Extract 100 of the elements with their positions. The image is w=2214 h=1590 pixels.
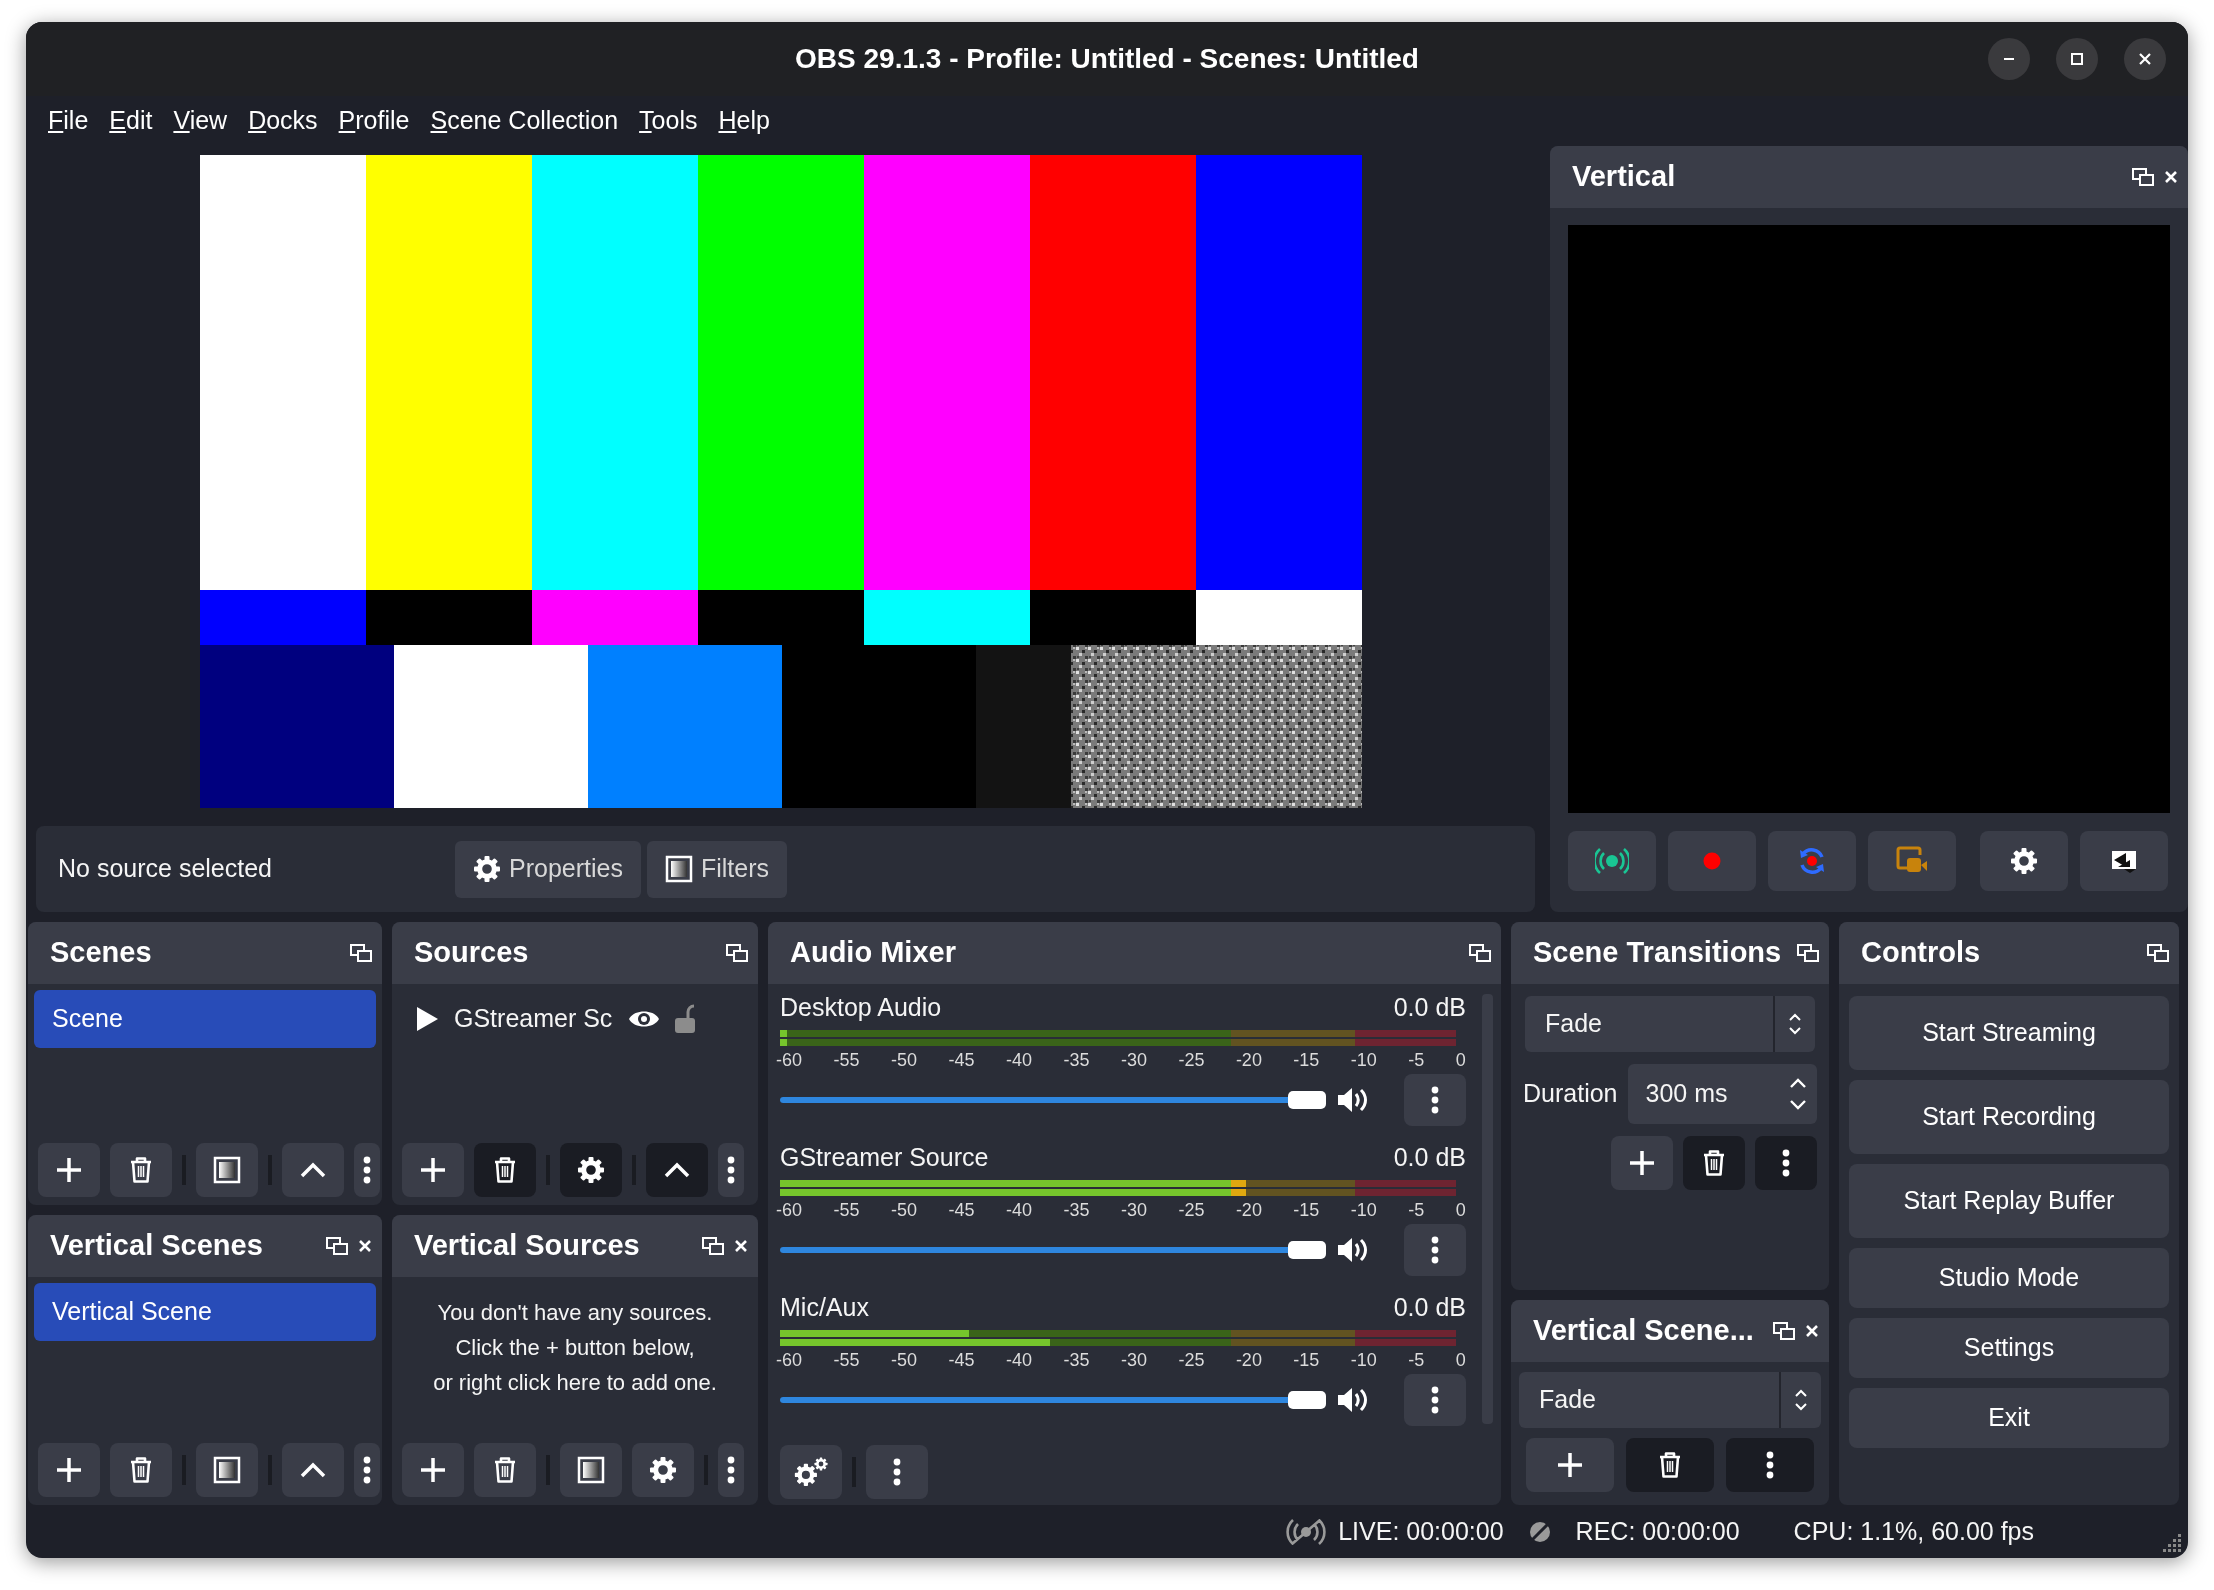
dock-title: Scene Transitions [1533,935,1783,971]
remove-button[interactable] [110,1143,172,1197]
scale-label: -20 [1235,1049,1262,1072]
menu-item[interactable]: Help [718,102,770,140]
play-icon [414,1005,440,1033]
speaker-icon[interactable] [1336,1086,1368,1114]
add-icon [1628,1149,1656,1177]
menu-button[interactable] [718,1443,744,1497]
advanced-button[interactable] [780,1445,842,1499]
trash-icon [492,1156,518,1184]
control-button[interactable]: Start Recording [1849,1080,2169,1154]
up-button[interactable] [282,1443,344,1497]
speaker-icon[interactable] [1336,1236,1368,1264]
up-button[interactable] [282,1143,344,1197]
menu-item[interactable]: View [173,102,228,140]
filters-button[interactable] [560,1443,622,1497]
control-button[interactable]: Studio Mode [1849,1248,2169,1308]
remove-button[interactable] [474,1443,536,1497]
kebab-menu-icon [363,1156,371,1184]
add-button[interactable] [402,1443,464,1497]
volume-slider[interactable] [780,1240,1326,1260]
scene-item[interactable]: Vertical Scene [34,1283,376,1341]
transition-select[interactable]: Fade [1519,1372,1821,1428]
control-button[interactable]: Settings [1849,1318,2169,1378]
kebab-menu-icon [363,1456,371,1484]
duration-field[interactable]: 300 ms [1627,1064,1817,1124]
maximize-button[interactable] [2056,38,2098,80]
add-button[interactable] [1611,1136,1673,1190]
scale-label: -10 [1350,1349,1377,1372]
menu-item[interactable]: Edit [109,102,153,140]
menu-item[interactable]: Docks [248,102,318,140]
menu-item[interactable]: Tools [639,102,698,140]
trash-icon [128,1156,154,1184]
record-button[interactable] [1668,831,1756,891]
slider-thumb[interactable] [1288,1091,1326,1109]
gears-icon [794,1457,828,1487]
add-button[interactable] [402,1143,464,1197]
scene-item[interactable]: Scene [34,990,376,1048]
menu-button[interactable] [1404,1224,1466,1276]
unlocked-icon[interactable] [674,1004,696,1034]
scale-label: -60 [776,1049,802,1072]
chevron-up-icon [663,1161,691,1179]
scale-label: -50 [890,1349,917,1372]
trash-icon [1657,1451,1683,1479]
slider-thumb[interactable] [1288,1241,1326,1259]
close-button[interactable] [2124,38,2166,80]
scale-label: -20 [1235,1199,1262,1222]
filters-button[interactable] [196,1143,258,1197]
spin-arrows-icon [1789,1077,1807,1111]
menu-button[interactable] [866,1445,928,1499]
replay-icon [1797,846,1827,876]
float-icon [2147,944,2169,962]
record-icon [1703,852,1721,870]
scale-label: -55 [833,1199,860,1222]
kebab-menu-icon [1431,1236,1439,1264]
volume-slider[interactable] [780,1390,1326,1410]
add-button[interactable] [38,1143,100,1197]
control-button[interactable]: Exit [1849,1388,2169,1448]
menu-button[interactable] [354,1443,380,1497]
window-title: OBS 29.1.3 - Profile: Untitled - Scenes: Untitled [795,42,1419,76]
settings-button[interactable] [1980,831,2068,891]
add-icon [419,1456,447,1484]
kebab-menu-icon [1431,1086,1439,1114]
filters-button[interactable] [196,1443,258,1497]
control-button[interactable]: Start Streaming [1849,996,2169,1070]
studio-mode-button[interactable] [2080,831,2168,891]
scale-label: -45 [948,1199,975,1222]
add-button[interactable] [1526,1438,1614,1492]
menu-item[interactable]: Scene Collection [430,102,619,140]
volume-slider[interactable] [780,1090,1326,1110]
dock-title: Controls [1861,935,1982,971]
dock-title: Vertical [1572,159,1677,195]
empty-message: You don't have any sources. Click the + button below, or right click here to add one. [433,1299,717,1397]
menu-button[interactable] [1404,1074,1466,1126]
remove-button[interactable] [110,1443,172,1497]
menu-button[interactable] [1404,1374,1466,1426]
menu-item[interactable]: File [48,102,89,140]
virtual-camera-button[interactable] [1868,831,1956,891]
add-button[interactable] [38,1443,100,1497]
menu-item[interactable]: Profile [338,102,410,140]
transition-select[interactable]: Fade [1525,996,1815,1052]
properties-button[interactable]: Properties [455,840,641,898]
channel-name: Mic/Aux [780,1292,869,1324]
float-icon [1773,1322,1795,1340]
volume-reading: 0.0 dB [1393,992,1466,1024]
volume-reading: 0.0 dB [1393,1142,1466,1174]
trash-icon [1701,1149,1727,1177]
properties-button[interactable] [632,1443,694,1497]
source-name[interactable]: GStreamer Sc [454,1000,614,1038]
control-button[interactable]: Start Replay Buffer [1849,1164,2169,1238]
slider-thumb[interactable] [1288,1391,1326,1409]
up-down-icon [1794,1388,1808,1412]
speaker-icon[interactable] [1336,1386,1368,1414]
broadcast-icon [1595,847,1629,875]
stream-button[interactable] [1568,831,1656,891]
menu-button[interactable] [354,1143,380,1197]
filters-button[interactable]: Filters [646,840,787,898]
menu-button[interactable] [718,1143,744,1197]
trash-icon [128,1456,154,1484]
scale-label: -5 [1408,1049,1425,1072]
